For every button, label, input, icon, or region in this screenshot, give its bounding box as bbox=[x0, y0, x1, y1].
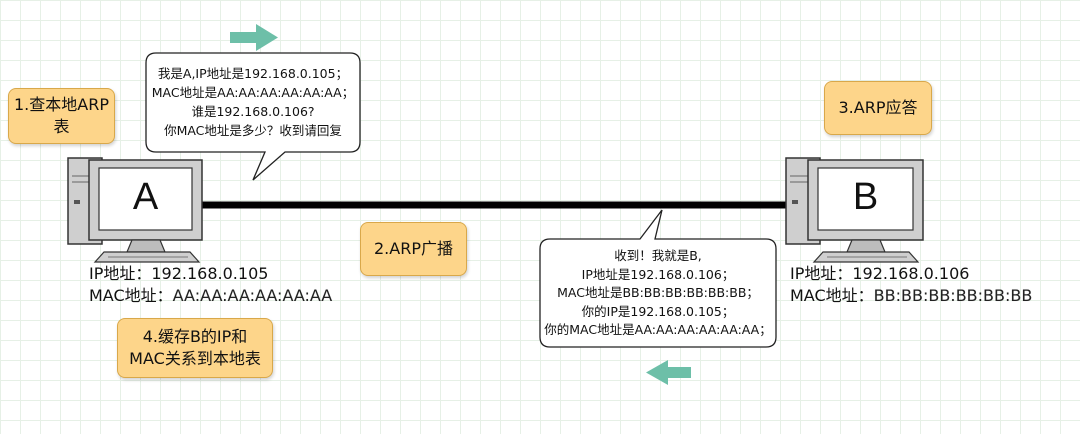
host-b-ip-value: 192.168.0.106 bbox=[852, 264, 970, 283]
step-2-note: 2.ARP广播 bbox=[360, 222, 467, 276]
step-1-note: 1.查本地ARP 表 bbox=[8, 88, 115, 144]
host-b-label: B bbox=[852, 176, 879, 218]
arrow-right-icon bbox=[230, 24, 278, 51]
host-b-mac-value: BB:BB:BB:BB:BB:BB bbox=[873, 286, 1033, 305]
host-b-mac-label: MAC地址： bbox=[790, 286, 874, 305]
request-line-1: 我是A,IP地址是192.168.0.105； bbox=[157, 66, 349, 81]
host-b-info: IP地址：192.168.0.106 MAC地址：BB:BB:BB:BB:BB:… bbox=[790, 263, 1032, 307]
reply-line-4: 你的IP是192.168.0.105； bbox=[581, 303, 735, 319]
host-a-ip-value: 192.168.0.105 bbox=[151, 264, 269, 283]
arrow-left-icon bbox=[646, 360, 691, 385]
request-line-2: MAC地址是AA:AA:AA:AA:AA:AA； bbox=[151, 85, 355, 100]
step-1-line-2: 表 bbox=[53, 117, 70, 136]
reply-line-5: 你的MAC地址是AA:AA:AA:AA:AA:AA； bbox=[544, 322, 772, 337]
step-1-line-1: 1.查本地ARP bbox=[14, 95, 109, 114]
host-a-mac-value: AA:AA:AA:AA:AA:AA bbox=[172, 286, 333, 305]
host-a-info: IP地址：192.168.0.105 MAC地址：AA:AA:AA:AA:AA:… bbox=[89, 263, 332, 307]
request-line-3: 谁是192.168.0.106? bbox=[191, 104, 315, 119]
host-b-ip-label: IP地址： bbox=[790, 264, 853, 283]
reply-line-2: IP地址是192.168.0.106； bbox=[581, 266, 735, 282]
reply-line-1: 收到！我就是B, bbox=[614, 248, 702, 263]
step-3-label: 3.ARP应答 bbox=[838, 98, 918, 117]
host-a-mac-label: MAC地址： bbox=[89, 286, 173, 305]
step-4-line-1: 4.缓存B的IP和 bbox=[142, 327, 248, 346]
step-3-note: 3.ARP应答 bbox=[824, 81, 932, 135]
host-a-label: A bbox=[132, 176, 159, 218]
reply-text: 收到！我就是B, IP地址是192.168.0.106； MAC地址是BB:BB… bbox=[542, 247, 774, 340]
request-line-4: 你MAC地址是多少？收到请回复 bbox=[164, 123, 342, 138]
step-4-line-2: MAC关系到本地表 bbox=[129, 349, 261, 368]
host-a-ip-label: IP地址： bbox=[89, 264, 152, 283]
reply-line-3: MAC地址是BB:BB:BB:BB:BB:BB； bbox=[557, 285, 759, 300]
step-4-note: 4.缓存B的IP和 MAC关系到本地表 bbox=[117, 318, 273, 378]
step-2-label: 2.ARP广播 bbox=[374, 239, 453, 258]
request-text: 我是A,IP地址是192.168.0.105； MAC地址是AA:AA:AA:A… bbox=[148, 64, 358, 140]
